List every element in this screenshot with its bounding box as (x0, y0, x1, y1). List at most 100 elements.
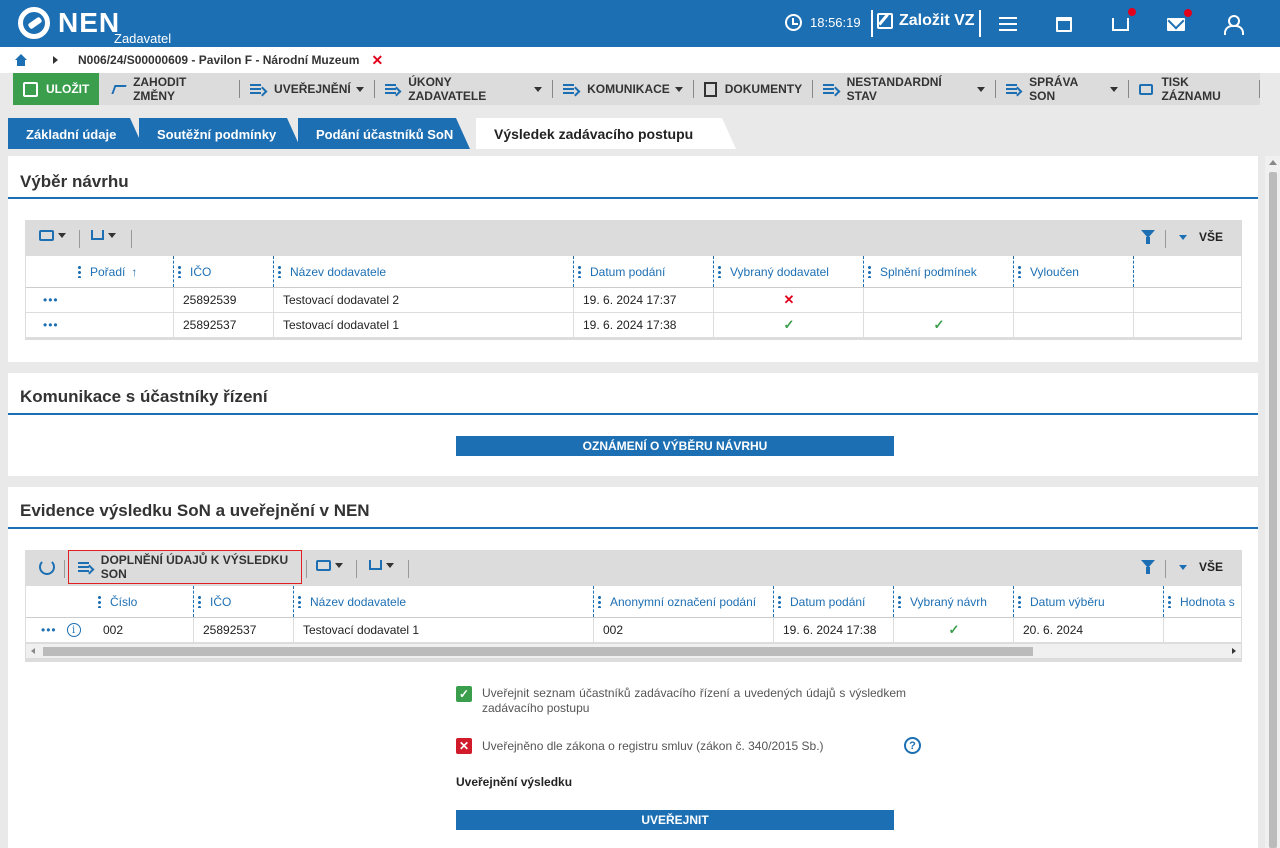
save-button[interactable]: ULOŽIT (13, 73, 100, 105)
publish-participants-checkbox[interactable]: ✓ (456, 686, 472, 702)
caret-down-icon (335, 563, 343, 568)
tab-competition-conditions[interactable]: Soutěžní podmínky (139, 118, 301, 149)
column-submission-date[interactable]: Datum podání (774, 586, 894, 617)
column-excluded[interactable]: Vyloučen (1014, 256, 1134, 287)
filter-icon (1141, 560, 1155, 574)
menu-button[interactable] (997, 13, 1019, 35)
scroll-thumb[interactable] (43, 647, 1033, 656)
check-icon: ✓ (783, 317, 795, 332)
show-all-dropdown[interactable]: VŠE (1179, 230, 1223, 244)
documents-button[interactable]: DOKUMENTY (694, 76, 812, 102)
row-menu-icon[interactable]: ••• (41, 623, 57, 637)
add-result-details-button[interactable]: DOPLNĚNÍ ÚDAJŮ K VÝSLEDKU SON (68, 550, 302, 584)
export-menu[interactable] (91, 230, 116, 240)
column-anonymous-label[interactable]: Anonymní označení podání (594, 586, 774, 617)
filter-button[interactable] (1141, 230, 1155, 244)
grid-toolbar-divider (1165, 560, 1166, 578)
section-title: Evidence výsledku SoN a uveřejnění v NEN (20, 501, 370, 520)
communication-menu[interactable]: KOMUNIKACE (553, 76, 693, 102)
refresh-button[interactable] (39, 559, 55, 575)
sort-ascending-icon: ↑ (131, 264, 138, 279)
breadcrumb-record[interactable]: N006/24/S00000609 - Pavilon F - Národní … (78, 53, 359, 67)
cell-submission-date: 19. 6. 2024 17:38 (783, 623, 877, 637)
row-menu-icon[interactable]: ••• (34, 313, 74, 337)
tab-basic-info[interactable]: Základní údaje (8, 118, 144, 149)
column-supplier-name[interactable]: Název dodavatele (274, 256, 574, 287)
filter-button[interactable] (1141, 560, 1155, 574)
close-record-icon[interactable]: ✕ (371, 52, 383, 69)
caret-down-icon (1179, 564, 1187, 570)
column-submission-date[interactable]: Datum podání (574, 256, 714, 287)
publish-result-label: Uveřejnění výsledku (456, 775, 573, 789)
grid-toolbar-divider (64, 560, 65, 578)
acts-menu[interactable]: ÚKONY ZADAVATELE (375, 75, 552, 103)
home-icon[interactable] (15, 54, 27, 66)
chevron-right-icon (53, 56, 58, 64)
column-supplier-name[interactable]: Název dodavatele (294, 586, 594, 617)
column-ico[interactable]: IČO (174, 256, 274, 287)
manage-son-menu[interactable]: SPRÁVA SON (996, 75, 1128, 103)
caret-down-icon (355, 86, 364, 92)
share-icon (91, 230, 104, 240)
contract-register-checkbox[interactable]: ✕ (456, 738, 472, 754)
column-menu-icon (778, 595, 781, 608)
column-menu-icon (578, 265, 581, 278)
cross-icon: ✕ (783, 292, 795, 307)
show-all-dropdown[interactable]: VŠE (1179, 560, 1223, 574)
column-selected-supplier[interactable]: Vybraný dodavatel (714, 256, 864, 287)
cell-ico: 25892537 (203, 623, 257, 637)
discard-button[interactable]: ZAHODIT ZMĚNY (103, 75, 239, 103)
print-menu[interactable] (316, 560, 343, 571)
column-selected-proposal[interactable]: Vybraný návrh (894, 586, 1014, 617)
cell-anonymous-label: 002 (603, 623, 624, 637)
section-divider (8, 197, 1258, 199)
create-vz-label: Založit VZ (899, 12, 975, 29)
vertical-scrollbar[interactable] (1265, 156, 1280, 848)
scroll-right-icon[interactable] (1232, 648, 1236, 654)
print-record-button[interactable]: TISK ZÁZNAMU (1129, 75, 1259, 103)
messages-button[interactable] (1165, 8, 1192, 35)
help-icon[interactable]: ? (904, 737, 921, 754)
column-conditions-met[interactable]: Splnění podmínek (864, 256, 1014, 287)
publish-menu[interactable]: UVEŘEJNĚNÍ (240, 76, 374, 102)
info-icon[interactable]: i (66, 623, 81, 637)
cell-conditions (864, 288, 1014, 312)
column-value[interactable]: Hodnota s (1164, 586, 1241, 617)
contract-register-label: Uveřejněno dle zákona o registru smluv (… (482, 739, 824, 753)
create-vz-button[interactable]: Založit VZ (877, 12, 975, 30)
list-icon (1005, 83, 1022, 96)
column-ico[interactable]: IČO (194, 586, 294, 617)
user-button[interactable] (1221, 13, 1244, 35)
publish-button[interactable]: UVEŘEJNIT (456, 810, 894, 830)
scroll-up-icon[interactable] (1269, 160, 1277, 165)
row-menu-icon[interactable]: ••• (34, 288, 74, 312)
table-row[interactable]: ••• 25892537 Testovací dodavatel 1 19. 6… (26, 313, 1241, 338)
cell-supplier-name: Testovací dodavatel 2 (283, 293, 400, 307)
contract-register-option[interactable]: ✕ Uveřejněno dle zákona o registru smluv… (456, 738, 824, 754)
print-menu[interactable] (39, 230, 66, 241)
edit-icon (877, 13, 893, 29)
column-number[interactable]: Číslo (94, 586, 194, 617)
column-order[interactable]: Pořadí ↑ (74, 256, 174, 287)
column-selection-date[interactable]: Datum výběru (1014, 586, 1164, 617)
table-row[interactable]: ••• 25892539 Testovací dodavatel 2 19. 6… (26, 288, 1241, 313)
column-menu-icon (78, 265, 81, 278)
grid-toolbar: VŠE (25, 220, 1242, 256)
tab-procurement-result[interactable]: Výsledek zadávacího postupu (476, 118, 736, 149)
cell-submission-date: 19. 6. 2024 17:37 (583, 293, 677, 307)
inbox-button[interactable] (1109, 7, 1136, 35)
scroll-left-icon[interactable] (31, 648, 35, 654)
evidence-table: Číslo IČO Název dodavatele Anonymní ozna… (26, 586, 1241, 643)
app-logo[interactable]: NEN (58, 7, 120, 39)
export-menu[interactable] (369, 560, 394, 570)
publish-participants-option[interactable]: ✓ Uveřejnit seznam účastníků zadávacího … (456, 686, 906, 716)
clock-icon (785, 14, 802, 31)
header-divider (871, 10, 873, 37)
tab-participant-submissions[interactable]: Podání účastníků SoN (298, 118, 470, 149)
nonstandard-menu[interactable]: NESTANDARDNÍ STAV (813, 75, 995, 103)
horizontal-scrollbar[interactable] (26, 644, 1241, 658)
scroll-thumb[interactable] (1269, 172, 1277, 848)
table-row[interactable]: ••• i 002 25892537 Testovací dodavatel 1 … (26, 618, 1241, 643)
selection-notice-button[interactable]: OZNÁMENÍ O VÝBĚRU NÁVRHU (456, 436, 894, 456)
calendar-button[interactable] (1053, 13, 1075, 35)
